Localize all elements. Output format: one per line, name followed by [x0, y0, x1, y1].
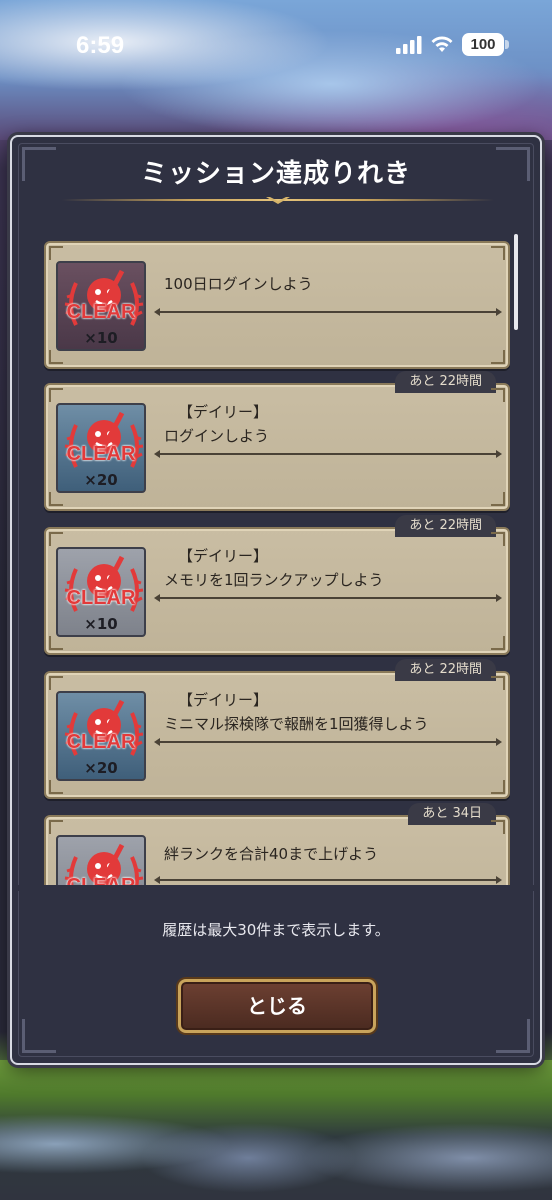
card-corner: [49, 492, 63, 506]
card-corner: [49, 676, 63, 690]
card-corner: [491, 350, 505, 364]
clear-label: CLEAR: [66, 301, 136, 323]
clear-label: CLEAR: [66, 443, 136, 465]
mission-text: ログインしよう: [164, 427, 270, 445]
mission-text: 絆ランクを合計40まで上げよう: [164, 845, 379, 863]
card-corner: [491, 492, 505, 506]
clear-label: CLEAR: [66, 587, 136, 609]
frame-corner-ornament: [22, 1019, 56, 1053]
card-divider: [154, 738, 502, 746]
mission-text: ミニマル探検隊で報酬を1回獲得しよう: [164, 715, 429, 733]
cellular-signal-icon: [396, 36, 422, 54]
mission-card[interactable]: あと 22時間 CLEAR ×20 【デイリー】 ミニマル探検隊で報酬を1回獲得…: [44, 659, 510, 799]
reward-quantity: ×20: [84, 471, 118, 489]
reward-quantity: ×20: [84, 759, 118, 777]
card-corner: [49, 388, 63, 402]
card-corner: [491, 246, 505, 260]
wifi-icon: [431, 36, 453, 52]
battery-icon: 100: [462, 33, 504, 56]
mission-card[interactable]: あと 22時間 CLEAR ×10 【デイリー】 メモリを1回ランクアップしよう: [44, 515, 510, 655]
reward-item-box: CLEAR ×10: [56, 261, 146, 351]
card-divider: [154, 308, 502, 316]
card-corner: [49, 350, 63, 364]
time-remaining-badge: あと 22時間: [395, 515, 496, 537]
frame-corner-ornament: [496, 1019, 530, 1053]
reward-quantity: ×10: [84, 615, 118, 633]
card-corner: [491, 532, 505, 546]
time-remaining-badge: あと 34日: [408, 803, 496, 825]
card-corner: [491, 388, 505, 402]
mission-card[interactable]: あと 34日 CLEAR 絆ランクを合計40まで上げよう: [44, 803, 510, 887]
card-corner: [491, 780, 505, 794]
time-remaining-badge: あと 22時間: [395, 659, 496, 681]
title-ornament-icon: [266, 197, 290, 204]
background-scene-bottom: [0, 1060, 552, 1200]
mission-card[interactable]: あと 22時間 CLEAR ×20 【デイリー】 ログインしよう: [44, 371, 510, 511]
card-divider: [154, 594, 502, 602]
card-corner: [49, 820, 63, 834]
mission-tag: 【デイリー】: [178, 547, 269, 565]
card-divider: [154, 450, 502, 458]
reward-item-box: CLEAR ×20: [56, 403, 146, 493]
history-limit-note: 履歴は最大30件まで表示します。: [162, 921, 390, 939]
card-corner: [491, 676, 505, 690]
card-divider: [154, 876, 502, 884]
mission-card[interactable]: CLEAR ×10 100日ログインしよう: [44, 241, 510, 369]
card-corner: [491, 636, 505, 650]
mission-list[interactable]: CLEAR ×10 100日ログインしよう あと 22時間 CLEAR ×20 …: [32, 227, 528, 887]
close-button[interactable]: とじる: [178, 979, 376, 1033]
list-bottom-edge: [18, 885, 536, 891]
mission-history-dialog: ミッション達成りれき CLEAR ×10 100日ログインしよう あと 22時間…: [10, 135, 542, 1065]
clear-label: CLEAR: [66, 731, 136, 753]
battery-nub: [505, 40, 509, 49]
reward-quantity: ×10: [84, 329, 118, 347]
card-corner: [491, 820, 505, 834]
reward-item-box: CLEAR ×10: [56, 547, 146, 637]
mission-tag: 【デイリー】: [178, 691, 269, 709]
mission-text: メモリを1回ランクアップしよう: [164, 571, 384, 589]
reward-item-box: CLEAR: [56, 835, 146, 887]
time-remaining-badge: あと 22時間: [395, 371, 496, 393]
list-scrollbar[interactable]: [514, 234, 518, 330]
status-bar: 6:59 100: [0, 0, 552, 90]
dialog-title: ミッション達成りれき: [140, 159, 411, 189]
card-corner: [49, 636, 63, 650]
card-corner: [49, 532, 63, 546]
card-corner: [49, 246, 63, 260]
mission-text: 100日ログインしよう: [164, 275, 313, 293]
card-corner: [49, 780, 63, 794]
mission-tag: 【デイリー】: [178, 403, 269, 421]
reward-item-box: CLEAR ×20: [56, 691, 146, 781]
status-time: 6:59: [76, 32, 125, 59]
